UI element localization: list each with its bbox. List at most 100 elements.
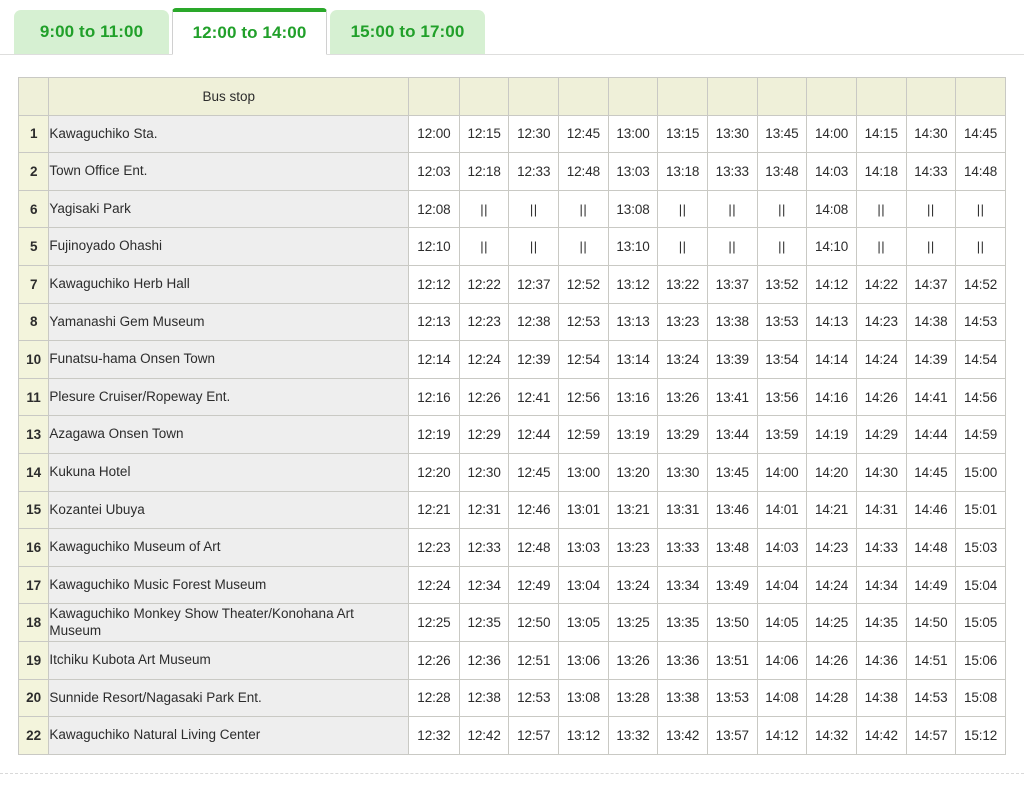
departure-time-cell: 12:45 <box>558 114 609 154</box>
departure-time-cell: 14:36 <box>855 640 907 680</box>
departure-time-cell: 12:54 <box>558 340 609 379</box>
departure-time-cell: 13:14 <box>607 340 659 379</box>
departure-time-cell: 14:53 <box>955 302 1006 342</box>
departure-time-cell: 13:38 <box>706 302 758 342</box>
departure-time-cell: 12:53 <box>558 302 609 342</box>
table-row: 1 Kawaguchiko Sta. 12:00 12:15 12:30 12:45 13:… <box>17 114 1006 154</box>
departure-pass-cell: || <box>706 227 758 266</box>
departure-time-cell: 13:42 <box>657 716 708 755</box>
departure-time-cell: 13:26 <box>657 377 708 417</box>
stop-number-cell: 6 <box>17 189 50 229</box>
departure-time-cell: 13:16 <box>607 377 659 417</box>
stop-number-cell: 1 <box>17 114 50 154</box>
departure-pass-cell: || <box>855 189 907 229</box>
departure-time-cell: 15:00 <box>955 452 1006 492</box>
departure-pass-cell: || <box>558 227 609 266</box>
timetable-page: 9:00 to 11:00 12:00 to 14:00 15:00 to 17… <box>0 0 1024 791</box>
header-departure-3 <box>508 77 560 116</box>
departure-time-cell: 13:30 <box>657 452 708 492</box>
departure-time-cell: 14:19 <box>806 415 857 454</box>
departure-time-cell: 13:45 <box>756 114 808 154</box>
departure-time-cell: 13:56 <box>756 377 808 417</box>
tab-9-to-11[interactable]: 9:00 to 11:00 <box>14 10 169 54</box>
departure-time-cell: 12:35 <box>458 603 510 642</box>
departure-time-cell: 13:19 <box>607 415 659 454</box>
departure-time-cell: 14:45 <box>905 452 957 492</box>
departure-time-cell: 13:32 <box>607 716 659 755</box>
departure-time-cell: 13:12 <box>558 716 609 755</box>
bus-stop-name-cell: Fujinoyado Ohashi <box>48 227 410 266</box>
departure-time-cell: 14:38 <box>905 302 957 342</box>
departure-time-cell: 12:16 <box>408 377 460 417</box>
departure-time-cell: 13:03 <box>607 152 659 191</box>
stop-number-cell: 7 <box>17 264 50 304</box>
tab-12-to-14[interactable]: 12:00 to 14:00 <box>172 8 327 55</box>
departure-time-cell: 14:54 <box>955 340 1006 379</box>
footer-divider <box>0 773 1024 774</box>
header-departure-12 <box>955 77 1006 116</box>
departure-pass-cell: || <box>558 189 609 229</box>
stop-number-cell: 20 <box>17 678 50 718</box>
departure-time-cell: 12:37 <box>508 264 560 304</box>
departure-time-cell: 13:21 <box>607 490 659 530</box>
departure-pass-cell: || <box>955 227 1006 266</box>
departure-time-cell: 12:38 <box>508 302 560 342</box>
bus-stop-name-cell: Yamanashi Gem Museum <box>48 302 410 342</box>
departure-time-cell: 12:49 <box>508 565 560 605</box>
departure-time-cell: 12:50 <box>508 603 560 642</box>
stop-number-cell: 10 <box>17 340 50 379</box>
departure-time-cell: 12:15 <box>458 114 510 154</box>
departure-time-cell: 13:15 <box>657 114 708 154</box>
departure-time-cell: 12:31 <box>458 490 510 530</box>
departure-time-cell: 12:18 <box>458 152 510 191</box>
departure-time-cell: 13:41 <box>706 377 758 417</box>
departure-time-cell: 12:24 <box>458 340 510 379</box>
departure-time-cell: 13:23 <box>657 302 708 342</box>
table-row: 7 Kawaguchiko Herb Hall 12:12 12:22 12:37 12:… <box>17 264 1006 304</box>
departure-time-cell: 12:45 <box>508 452 560 492</box>
departure-time-cell: 14:04 <box>756 565 808 605</box>
header-departure-1 <box>408 77 460 116</box>
departure-time-cell: 14:26 <box>855 377 907 417</box>
table-row: 19 Itchiku Kubota Art Museum 12:26 12:36 12:… <box>17 640 1006 680</box>
header-stop-number <box>17 77 50 116</box>
departure-time-cell: 14:33 <box>905 152 957 191</box>
tab-15-to-17[interactable]: 15:00 to 17:00 <box>330 10 485 54</box>
departure-time-cell: 14:12 <box>806 264 857 304</box>
departure-time-cell: 12:14 <box>408 340 460 379</box>
departure-time-cell: 14:20 <box>806 452 857 492</box>
stop-number-cell: 11 <box>17 377 50 417</box>
bus-stop-name-cell: Kozantei Ubuya <box>48 490 410 530</box>
header-departure-10 <box>855 77 907 116</box>
departure-time-cell: 13:54 <box>756 340 808 379</box>
table-row: 16 Kawaguchiko Museum of Art 12:23 12:33 12:… <box>17 528 1006 567</box>
departure-time-cell: 12:28 <box>408 678 460 718</box>
departure-time-cell: 12:25 <box>408 603 460 642</box>
departure-time-cell: 13:31 <box>657 490 708 530</box>
departure-time-cell: 15:06 <box>955 640 1006 680</box>
departure-time-cell: 14:23 <box>855 302 907 342</box>
stop-number-cell: 8 <box>17 302 50 342</box>
departure-time-cell: 14:25 <box>806 603 857 642</box>
departure-time-cell: 13:20 <box>607 452 659 492</box>
departure-time-cell: 13:13 <box>607 302 659 342</box>
departure-time-cell: 13:18 <box>657 152 708 191</box>
header-departure-7 <box>706 77 758 116</box>
departure-time-cell: 14:57 <box>905 716 957 755</box>
departure-time-cell: 13:57 <box>706 716 758 755</box>
departure-time-cell: 14:12 <box>756 716 808 755</box>
departure-time-cell: 14:42 <box>855 716 907 755</box>
table-row: 18 Kawaguchiko Monkey Show Theater/Konoha… <box>17 603 1006 642</box>
departure-time-cell: 13:35 <box>657 603 708 642</box>
header-row: Bus stop <box>17 77 1006 116</box>
departure-time-cell: 12:26 <box>458 377 510 417</box>
departure-time-cell: 12:46 <box>508 490 560 530</box>
departure-pass-cell: || <box>657 189 708 229</box>
stop-number-cell: 15 <box>17 490 50 530</box>
departure-time-cell: 13:33 <box>657 528 708 567</box>
departure-time-cell: 12:51 <box>508 640 560 680</box>
departure-time-cell: 14:30 <box>855 452 907 492</box>
departure-pass-cell: || <box>706 189 758 229</box>
departure-time-cell: 13:39 <box>706 340 758 379</box>
departure-time-cell: 14:50 <box>905 603 957 642</box>
